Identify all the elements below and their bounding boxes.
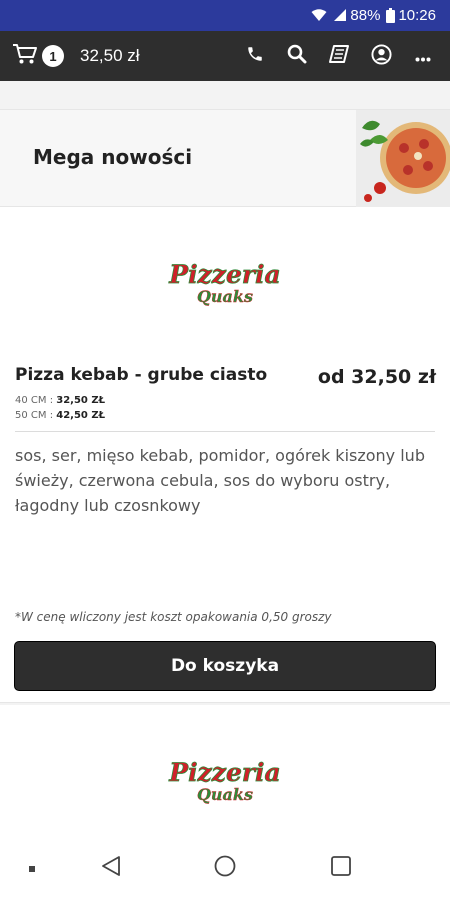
svg-text:Pizzeria: Pizzeria: [168, 758, 280, 787]
back-button[interactable]: [95, 835, 127, 900]
status-bar: 88% 10:26: [0, 0, 450, 31]
phone-button[interactable]: [234, 31, 276, 81]
recents-square-icon: [330, 855, 352, 881]
category-title: Mega nowości: [33, 145, 193, 169]
svg-text:Quaks: Quaks: [197, 287, 253, 306]
size-price: 32,50 ZŁ: [56, 395, 106, 406]
size-price: 42,50 ZŁ: [56, 410, 106, 421]
nav-dot-button[interactable]: [22, 835, 42, 900]
book-icon: [329, 45, 349, 67]
menu-book-button[interactable]: [318, 31, 360, 81]
divider: [15, 431, 435, 432]
size-option: 40 CM : 32,50 ZŁ: [15, 395, 105, 406]
product-description: sos, ser, mięso kebab, pomidor, ogórek k…: [15, 446, 425, 515]
size-option: 50 CM : 42,50 ZŁ: [15, 410, 105, 421]
product-card: Pizzeria Quaks Pizza kebab - grube ciast…: [0, 207, 450, 703]
system-nav-bar: [0, 835, 450, 900]
signal-icon: [333, 9, 347, 22]
more-horizontal-icon: [415, 47, 431, 66]
search-icon: [287, 44, 307, 68]
app-actions: [234, 31, 444, 81]
phone-icon: [246, 45, 264, 67]
dot-icon: [28, 858, 36, 877]
account-button[interactable]: [360, 31, 402, 81]
pizzeria-quaks-logo: Pizzeria Quaks: [165, 755, 285, 805]
product-name: Pizza kebab - grube ciasto: [15, 365, 268, 385]
cart-button[interactable]: 1: [12, 31, 64, 81]
add-to-cart-button[interactable]: Do koszyka: [14, 641, 436, 691]
size-label: 40 CM :: [15, 395, 54, 406]
clock: 10:26: [398, 7, 436, 24]
packaging-note: *W cenę wliczony jest koszt opakowania 0…: [15, 610, 332, 624]
svg-text:Pizzeria: Pizzeria: [168, 260, 280, 289]
app-bar: 1 32,50 zł: [0, 31, 450, 81]
size-label: 50 CM :: [15, 410, 54, 421]
wifi-icon: [311, 9, 327, 22]
pizzeria-quaks-logo: Pizzeria Quaks: [165, 257, 285, 307]
product-card: Pizzeria Quaks: [0, 705, 450, 835]
category-image: [356, 110, 450, 208]
home-circle-icon: [214, 855, 236, 881]
recents-button[interactable]: [325, 835, 357, 900]
more-button[interactable]: [402, 31, 444, 81]
product-price: od 32,50 zł: [317, 366, 436, 388]
svg-text:Quaks: Quaks: [197, 785, 253, 804]
content-scroll-area[interactable]: Mega nowości Pizzeria Quaks Pizza kebab …: [0, 81, 450, 835]
battery-percent: 88%: [350, 7, 381, 24]
battery-icon: [386, 8, 396, 23]
cart-total: 32,50 zł: [80, 46, 140, 65]
category-header[interactable]: Mega nowości: [0, 109, 450, 208]
cart-icon: [12, 43, 38, 69]
search-button[interactable]: [276, 31, 318, 81]
cart-count-badge: 1: [42, 45, 64, 67]
home-button[interactable]: [209, 835, 241, 900]
back-triangle-icon: [101, 855, 121, 881]
user-icon: [370, 43, 392, 69]
